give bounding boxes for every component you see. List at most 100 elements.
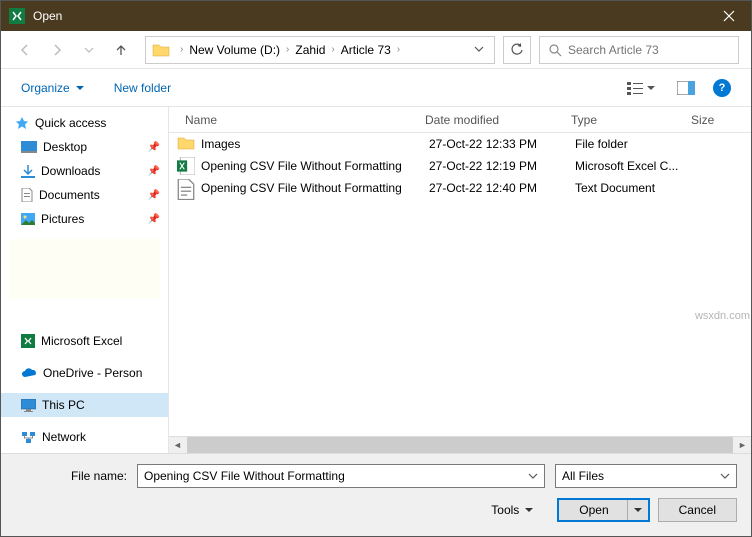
file-list: Images27-Oct-22 12:33 PMFile folderOpeni…	[169, 133, 751, 436]
scroll-thumb[interactable]	[187, 437, 733, 454]
col-date-header[interactable]: Date modified	[425, 113, 571, 127]
downloads-label: Downloads	[41, 164, 100, 178]
documents-label: Documents	[39, 188, 100, 202]
file-row[interactable]: Opening CSV File Without Formatting27-Oc…	[169, 155, 751, 177]
cancel-label: Cancel	[679, 503, 716, 517]
footer: File name: All Files Tools Open Cancel	[1, 453, 751, 536]
chevron-down-icon	[647, 84, 655, 92]
open-button[interactable]: Open	[557, 498, 649, 522]
filename-label: File name:	[15, 469, 127, 483]
help-button[interactable]: ?	[713, 79, 731, 97]
titlebar: Open	[1, 1, 751, 31]
scroll-left-button[interactable]: ◄	[169, 437, 186, 454]
folder-icon	[152, 42, 170, 58]
filename-input[interactable]	[144, 469, 528, 483]
pictures-label: Pictures	[41, 212, 84, 226]
close-icon	[723, 10, 735, 22]
open-label: Open	[579, 503, 608, 517]
sidebar-documents[interactable]: Documents 📌	[1, 183, 168, 207]
sidebar-blank	[9, 239, 160, 299]
open-split-button[interactable]	[627, 500, 648, 520]
recent-button[interactable]	[77, 38, 101, 62]
crumb-folder[interactable]: Article 73	[339, 43, 393, 57]
arrow-up-icon	[114, 43, 128, 57]
search-box[interactable]	[539, 36, 739, 64]
sidebar-quick-access[interactable]: Quick access	[1, 111, 168, 135]
text-icon	[177, 179, 195, 197]
back-button[interactable]	[13, 38, 37, 62]
navbar: › New Volume (D:) › Zahid › Article 73 ›	[1, 31, 751, 69]
crumb-sep-icon: ›	[176, 44, 187, 55]
sidebar: Quick access Desktop 📌 Downloads 📌 Docum…	[1, 107, 169, 453]
pc-icon	[21, 399, 36, 412]
file-name: Images	[201, 137, 429, 151]
cloud-icon	[21, 368, 37, 379]
filename-combobox[interactable]	[137, 464, 545, 488]
scroll-right-button[interactable]: ►	[734, 437, 751, 454]
open-dialog: Open › New Volume (D:) › Zahid › Article…	[0, 0, 752, 537]
forward-button[interactable]	[45, 38, 69, 62]
crumb-sep-icon: ›	[282, 44, 293, 55]
up-button[interactable]	[109, 38, 133, 62]
file-date: 27-Oct-22 12:40 PM	[429, 181, 575, 195]
onedrive-label: OneDrive - Person	[43, 366, 142, 380]
crumb-sep-icon: ›	[393, 44, 404, 55]
file-type: File folder	[575, 137, 695, 151]
tools-label: Tools	[491, 503, 519, 517]
file-area: Name Date modified Type Size Images27-Oc…	[169, 107, 751, 453]
chevron-down-icon	[84, 45, 94, 55]
refresh-button[interactable]	[503, 36, 531, 64]
window-title: Open	[33, 9, 706, 23]
star-icon	[15, 116, 29, 130]
desktop-label: Desktop	[43, 140, 87, 154]
pin-icon: 📌	[148, 214, 160, 225]
file-filter-select[interactable]: All Files	[555, 464, 737, 488]
sidebar-onedrive[interactable]: OneDrive - Person	[1, 361, 168, 385]
organize-label: Organize	[21, 81, 70, 95]
crumb-user[interactable]: Zahid	[293, 43, 327, 57]
arrow-left-icon	[18, 43, 32, 57]
cancel-button[interactable]: Cancel	[658, 498, 737, 522]
preview-pane-button[interactable]	[673, 79, 699, 97]
organize-menu[interactable]: Organize	[21, 81, 84, 95]
close-button[interactable]	[706, 1, 751, 31]
crumb-sep-icon: ›	[327, 44, 338, 55]
excel-icon	[21, 334, 35, 348]
file-type: Text Document	[575, 181, 695, 195]
excel-icon	[177, 157, 195, 175]
sidebar-desktop[interactable]: Desktop 📌	[1, 135, 168, 159]
arrow-right-icon	[50, 43, 64, 57]
file-date: 27-Oct-22 12:19 PM	[429, 159, 575, 173]
col-size-header[interactable]: Size	[691, 113, 751, 127]
file-date: 27-Oct-22 12:33 PM	[429, 137, 575, 151]
new-folder-button[interactable]: New folder	[114, 81, 171, 95]
address-dropdown[interactable]	[470, 43, 488, 57]
dialog-body: Quick access Desktop 📌 Downloads 📌 Docum…	[1, 107, 751, 453]
sidebar-network[interactable]: Network	[1, 425, 168, 449]
horizontal-scrollbar[interactable]: ◄ ►	[169, 436, 751, 453]
pin-icon: 📌	[148, 190, 160, 201]
toolbar: Organize New folder ?	[1, 69, 751, 107]
col-type-header[interactable]: Type	[571, 113, 691, 127]
address-bar[interactable]: › New Volume (D:) › Zahid › Article 73 ›	[145, 36, 495, 64]
view-options-button[interactable]	[623, 79, 659, 97]
desktop-icon	[21, 141, 37, 153]
pin-icon: 📌	[148, 166, 160, 177]
search-input[interactable]	[568, 43, 730, 57]
sidebar-this-pc[interactable]: This PC	[1, 393, 168, 417]
network-label: Network	[42, 430, 86, 444]
sidebar-excel[interactable]: Microsoft Excel	[1, 329, 168, 353]
file-row[interactable]: Opening CSV File Without Formatting27-Oc…	[169, 177, 751, 199]
tools-menu[interactable]: Tools	[491, 503, 533, 517]
file-type: Microsoft Excel C...	[575, 159, 695, 173]
chevron-down-icon	[525, 506, 533, 514]
chevron-down-icon	[720, 471, 730, 481]
excel-label: Microsoft Excel	[41, 334, 122, 348]
sidebar-downloads[interactable]: Downloads 📌	[1, 159, 168, 183]
file-row[interactable]: Images27-Oct-22 12:33 PMFile folder	[169, 133, 751, 155]
excel-app-icon	[9, 8, 25, 24]
col-name-header[interactable]: Name	[169, 113, 425, 127]
search-icon	[548, 43, 562, 57]
sidebar-pictures[interactable]: Pictures 📌	[1, 207, 168, 231]
crumb-volume[interactable]: New Volume (D:)	[187, 43, 282, 57]
